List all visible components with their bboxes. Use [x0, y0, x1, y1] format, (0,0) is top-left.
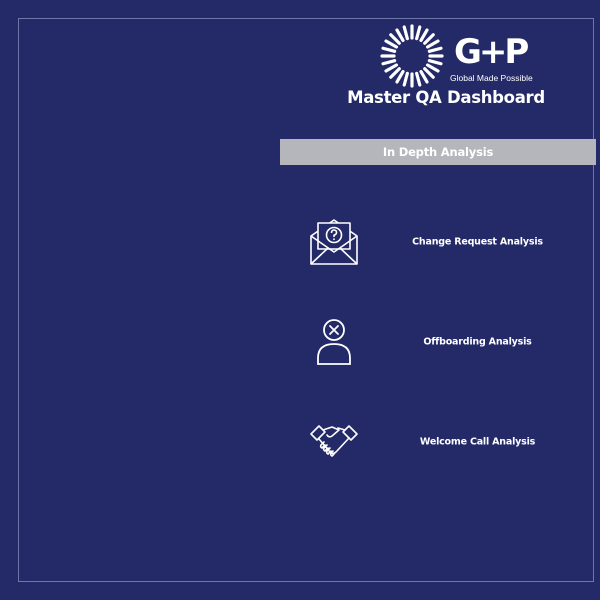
- sunburst-ray: [427, 59, 443, 66]
- sunburst-ray: [415, 25, 422, 41]
- sunburst-ray: [427, 46, 443, 53]
- sunburst-ray: [381, 46, 397, 53]
- sunburst-ray: [395, 69, 405, 84]
- sunburst-ray: [419, 28, 429, 43]
- nav-item-change-request-analysis[interactable]: Change Request Analysis: [300, 214, 560, 270]
- sunburst-ray: [395, 28, 405, 43]
- handshake-icon: [310, 425, 358, 457]
- sunburst-ray: [425, 39, 440, 49]
- sunburst-logo-icon: [380, 24, 444, 88]
- logo-tagline: Global Made Possible: [450, 73, 533, 83]
- sunburst-ray: [389, 33, 401, 45]
- nav-item-welcome-call-analysis[interactable]: Welcome Call Analysis: [300, 414, 560, 470]
- nav-item-label: Offboarding Analysis: [423, 336, 532, 348]
- page-title: Master QA Dashboard: [347, 88, 545, 107]
- sunburst-ray: [389, 67, 401, 79]
- user-remove-icon: [317, 319, 351, 365]
- gp-logo: G+P Global Made Possible: [380, 24, 540, 88]
- sunburst-ray: [402, 71, 409, 87]
- sunburst-ray: [423, 67, 435, 79]
- section-title: In Depth Analysis: [382, 145, 494, 159]
- sunburst-ray: [402, 25, 409, 41]
- sunburst-ray: [425, 63, 440, 73]
- logo-wordmark: G+P: [454, 32, 529, 72]
- sunburst-ray: [419, 69, 429, 84]
- sunburst-ray: [384, 39, 399, 49]
- nav-item-label: Change Request Analysis: [412, 236, 543, 248]
- sunburst-ray: [423, 33, 435, 45]
- nav-item-label: Welcome Call Analysis: [419, 436, 536, 448]
- sunburst-ray: [381, 59, 397, 66]
- dashboard-page: G+P Global Made Possible Master QA Dashb…: [0, 0, 600, 600]
- nav-item-offboarding-analysis[interactable]: Offboarding Analysis: [300, 314, 560, 370]
- sunburst-ray: [415, 71, 422, 87]
- sunburst-ray: [384, 63, 399, 73]
- section-header: In Depth Analysis: [280, 139, 596, 165]
- envelope-question-icon: [310, 219, 358, 265]
